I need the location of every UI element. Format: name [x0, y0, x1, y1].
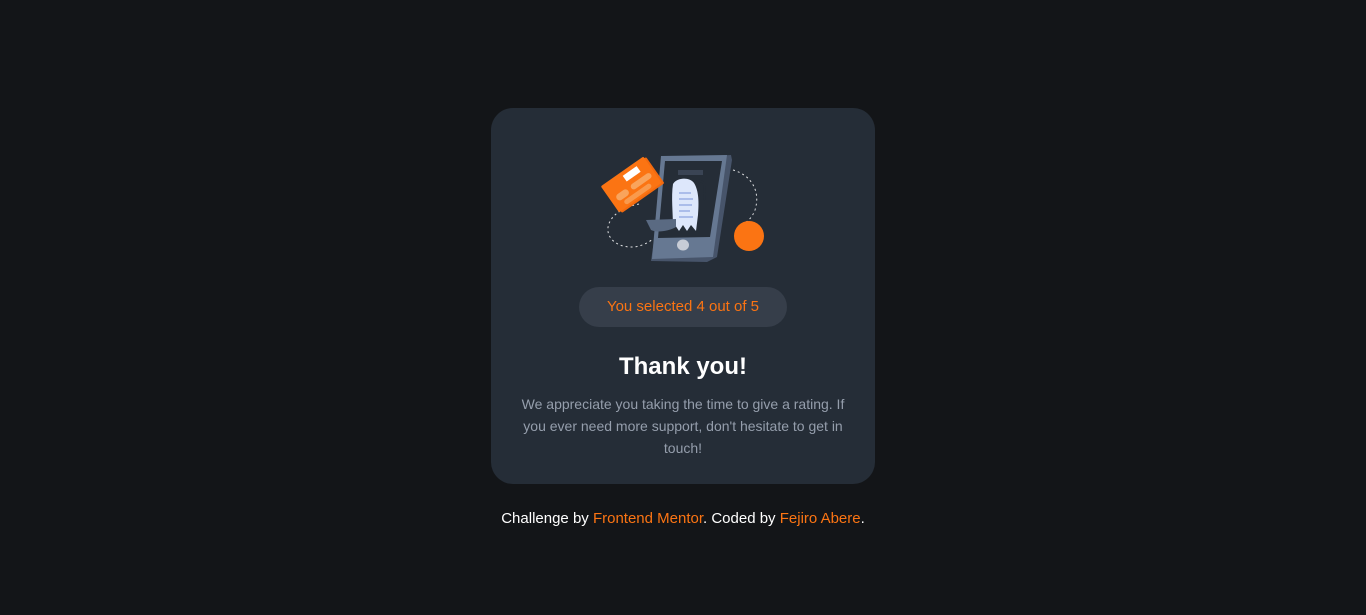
attribution-prefix: Challenge by: [501, 510, 593, 527]
payment-receipt-phone-illustration: [601, 155, 764, 262]
attribution-suffix: .: [860, 510, 865, 527]
selected-rating-text: You selected 4 out of 5: [606, 298, 760, 315]
thank-you-title: Thank you!: [618, 353, 747, 380]
frontend-mentor-link[interactable]: Frontend Mentor: [593, 510, 703, 527]
selected-rating-badge: You selected 4 out of 5: [579, 287, 787, 327]
thank-you-message: We appreciate you taking the time to giv…: [521, 396, 845, 456]
attribution: Challenge by Frontend Mentor. Coded by F…: [0, 508, 1366, 530]
author-link[interactable]: Fejiro Abere: [780, 510, 861, 527]
thank-you-card: You selected 4 out of 5 Thank you! We ap…: [491, 108, 875, 484]
thank-you-illustration: [601, 153, 765, 265]
page: You selected 4 out of 5 Thank you! We ap…: [0, 0, 1366, 615]
attribution-middle: . Coded by: [703, 510, 780, 527]
